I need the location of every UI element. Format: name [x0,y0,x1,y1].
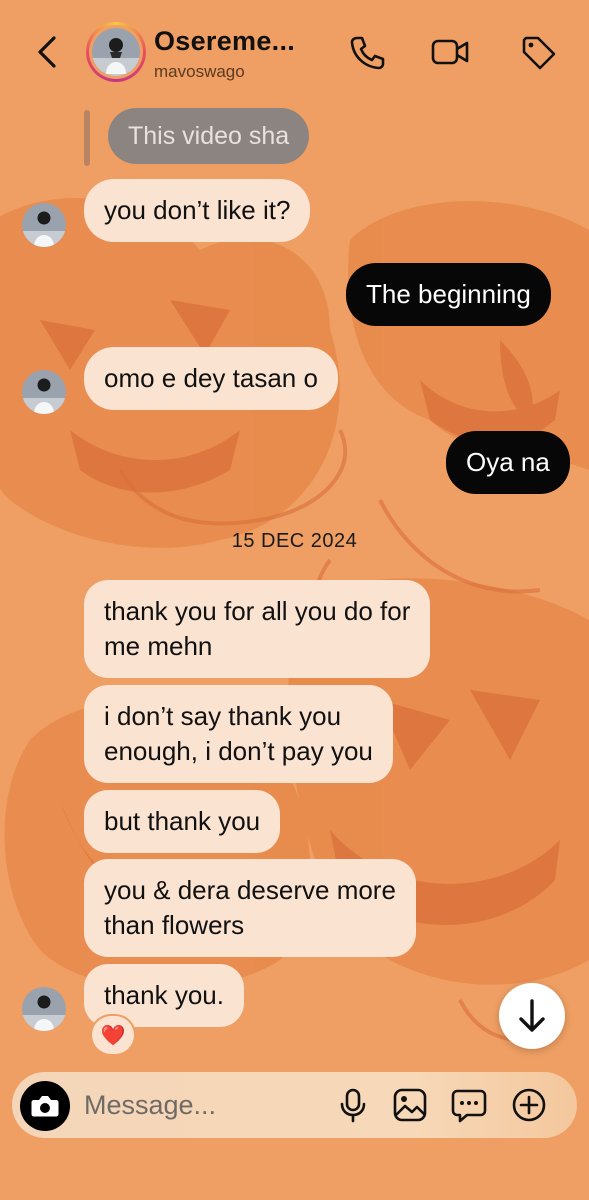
avatar-image [92,28,140,76]
contact-username[interactable]: mavoswago [154,62,245,82]
sender-avatar[interactable] [22,370,66,414]
tag-icon[interactable] [518,32,558,72]
message-line: than flowers [104,910,245,940]
message-bubble-incoming[interactable]: i don’t say thank you enough, i don’t pa… [84,685,393,783]
message-line: thank you for all you do for [104,596,411,626]
message-line: me mehn [104,631,213,661]
phone-icon[interactable] [346,32,386,72]
message-bubble-incoming[interactable]: you don’t like it? [84,179,311,242]
back-icon[interactable] [28,28,68,76]
message-bubble-incoming[interactable]: but thank you [84,790,281,853]
message-bubble-outgoing[interactable]: The beginning [346,263,551,326]
date-divider: 15 DEC 2024 [231,530,358,552]
heart-reaction[interactable]: ❤️ [92,1016,134,1054]
message-bubble-incoming[interactable]: thank you for all you do for me mehn [84,580,431,678]
message-line: you & dera deserve more [104,875,396,905]
message-bubble-incoming[interactable]: omo e dey tasan o [84,347,338,410]
gallery-icon[interactable] [390,1085,430,1125]
message-bubble-incoming[interactable]: you & dera deserve more than flowers [84,859,416,957]
message-line: i don’t say thank you [104,701,342,731]
sender-avatar[interactable] [22,987,66,1031]
header-avatar[interactable] [86,22,146,82]
contact-display-name[interactable]: Osereme... [154,26,295,57]
reply-quote-bar [84,110,90,166]
scroll-to-bottom-button[interactable] [499,983,565,1049]
reply-quote-bubble[interactable]: This video sha [108,108,310,164]
video-icon[interactable] [430,32,470,72]
microphone-icon[interactable] [333,1085,373,1125]
message-bubble-outgoing[interactable]: Oya na [446,431,570,494]
message-line: enough, i don’t pay you [104,736,373,766]
sticker-icon[interactable] [449,1085,489,1125]
message-input[interactable] [84,1083,304,1127]
plus-icon[interactable] [509,1085,549,1125]
camera-icon[interactable] [20,1081,70,1131]
sender-avatar[interactable] [22,203,66,247]
